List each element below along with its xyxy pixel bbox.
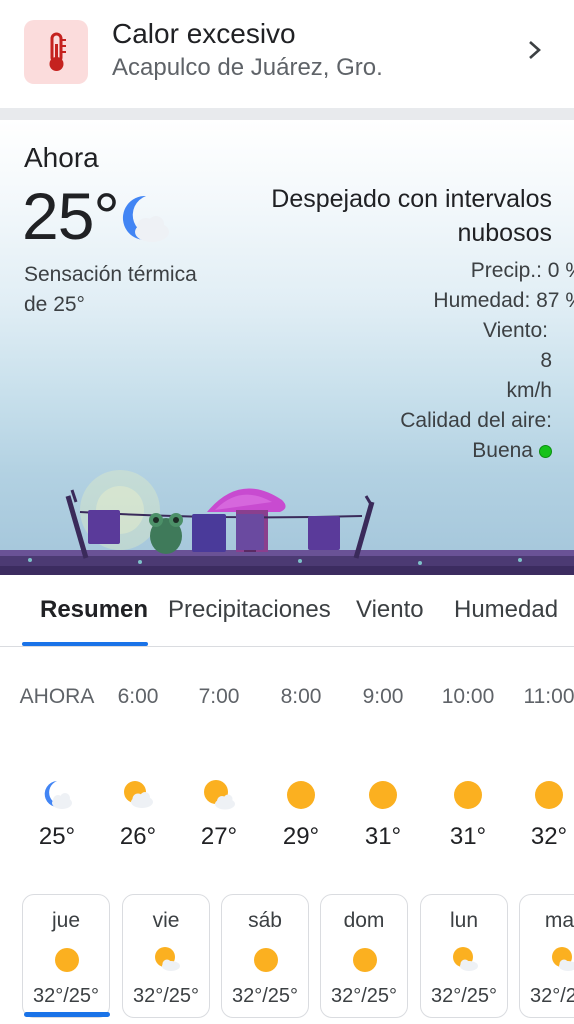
hour-time: 7:00 — [198, 685, 240, 708]
day-name: lun — [449, 909, 479, 932]
weather-illustration — [0, 470, 574, 575]
sun-icon — [450, 777, 486, 818]
humidity: Humedad: 87 % — [433, 289, 574, 312]
hour-temp: 27° — [200, 823, 238, 850]
sun-icon — [531, 777, 567, 818]
sun-cloud-icon — [120, 777, 156, 818]
sun-icon — [365, 777, 401, 818]
day-range: 32°/25° — [231, 985, 299, 1007]
air-quality-label: Calidad del aire: — [400, 409, 552, 432]
hour-time: 6:00 — [117, 685, 159, 708]
tab-summary[interactable]: Resumen — [40, 596, 148, 624]
sun-icon — [52, 945, 82, 980]
tab-precipitation[interactable]: Precipitaciones — [168, 596, 331, 624]
moon-cloud-icon — [39, 777, 75, 818]
thermometer-icon — [24, 20, 88, 84]
hour-temp: 32° — [530, 823, 568, 850]
tab-bar: Resumen Precipitaciones Viento Humedad — [0, 576, 574, 647]
feels-like: Sensación térmica de 25° — [24, 263, 197, 316]
active-tab-indicator — [22, 642, 148, 646]
chevron-right-icon[interactable] — [522, 36, 550, 64]
selected-day-indicator — [24, 1012, 110, 1017]
current-temperature: 25° — [22, 179, 120, 253]
current-label: Ahora — [24, 142, 99, 173]
moon-cloud-icon — [116, 192, 174, 253]
day-card[interactable]: lun 32°/25° — [420, 894, 508, 1018]
day-card[interactable]: sáb 32°/25° — [221, 894, 309, 1018]
hour-time: 10:00 — [441, 685, 495, 708]
sun-cloud-icon — [450, 945, 480, 980]
day-name: mar — [544, 909, 574, 932]
wind-label: Viento: — [483, 319, 548, 342]
sun-cloud-icon — [201, 777, 237, 818]
hour-temp: 25° — [38, 823, 76, 850]
day-card[interactable]: jue 32°/25° — [22, 894, 110, 1018]
heat-alert-card[interactable]: Calor excesivo Acapulco de Juárez, Gro. — [0, 0, 574, 108]
hour-temp: 31° — [449, 823, 487, 850]
hour-temp: 26° — [119, 823, 157, 850]
section-divider — [0, 108, 574, 120]
sun-icon — [350, 945, 380, 980]
day-range: 32°/25° — [32, 985, 100, 1007]
alert-title: Calor excesivo — [112, 18, 296, 49]
hourly-forecast[interactable]: AHORA 25° 6:00 26° 7:00 27° 8:00 29° 9:0… — [0, 647, 574, 887]
wind-value: 8 — [540, 349, 552, 372]
sun-cloud-icon — [549, 945, 574, 980]
current-weather-panel: Ahora 25° Sensación térmica de 25° Despe… — [0, 120, 574, 575]
alert-location: Acapulco de Juárez, Gro. — [112, 54, 383, 81]
precipitation: Precip.: 0 % — [470, 259, 574, 282]
hour-time: 11:00 — [523, 685, 574, 708]
hour-temp: 29° — [282, 823, 320, 850]
day-card[interactable]: mar 32°/25° — [519, 894, 574, 1018]
sun-icon — [251, 945, 281, 980]
day-name: vie — [152, 909, 180, 932]
day-card[interactable]: vie 32°/25° — [122, 894, 210, 1018]
hour-time: 8:00 — [280, 685, 322, 708]
hour-time: 9:00 — [362, 685, 404, 708]
day-range: 32°/25° — [430, 985, 498, 1007]
sun-icon — [283, 777, 319, 818]
hour-time: AHORA — [19, 685, 95, 708]
hour-temp: 31° — [364, 823, 402, 850]
daily-forecast[interactable]: jue 32°/25° vie 32°/25° sáb 32°/25° dom … — [0, 892, 574, 1024]
day-name: jue — [51, 909, 81, 932]
condition-text: Despejado con intervalos nubosos — [271, 185, 552, 247]
day-range: 32°/25° — [330, 985, 398, 1007]
day-range: 32°/25° — [132, 985, 200, 1007]
day-name: dom — [343, 909, 385, 932]
tab-wind[interactable]: Viento — [356, 596, 424, 624]
day-name: sáb — [248, 909, 282, 932]
day-range: 32°/25° — [529, 985, 574, 1007]
wind-unit: km/h — [506, 379, 552, 402]
weather-details: Precip.: 0 % Humedad: 87 % Viento: 8 km/… — [344, 256, 574, 466]
sun-cloud-icon — [152, 945, 182, 980]
tab-humidity[interactable]: Humedad — [454, 596, 558, 624]
day-card[interactable]: dom 32°/25° — [320, 894, 408, 1018]
